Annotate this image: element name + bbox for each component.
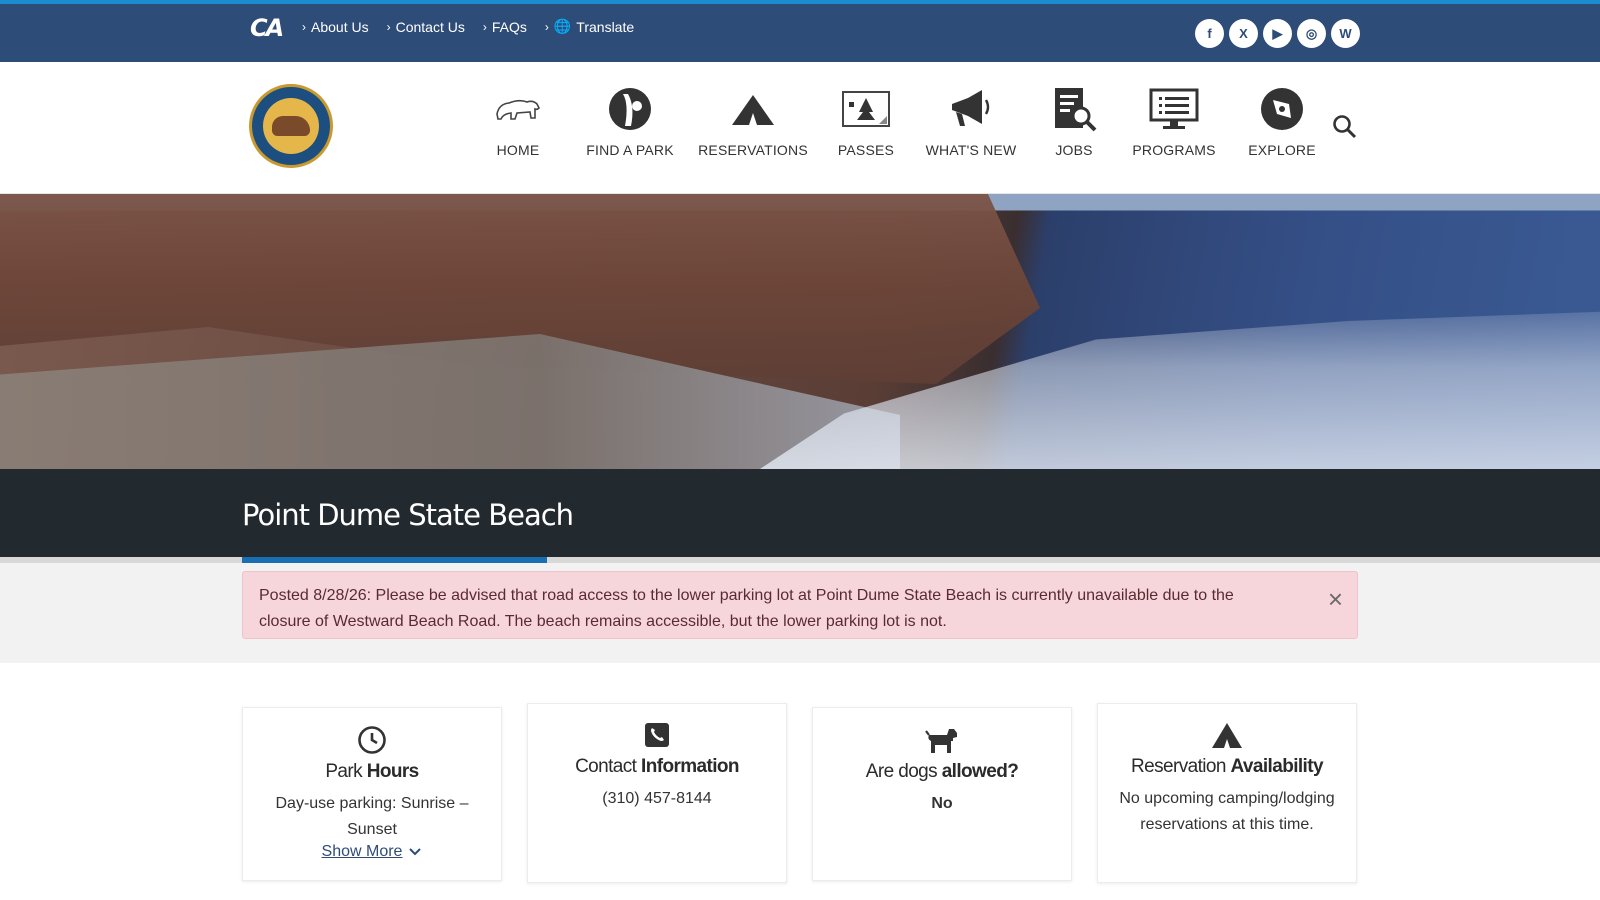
seal-center [263,98,319,154]
park-hours-title: Park Hours [325,761,419,782]
about-us-link[interactable]: › About Us [302,18,369,35]
translate-label: Translate [576,18,635,35]
main-nav: HOME FIND A PARK RESERVATIONS PASSES WHA… [460,84,1332,158]
clock-icon [243,723,501,757]
park-hours-text: Day-use parking: Sunrise – Sunset [275,795,469,838]
faqs-label: FAQs [491,18,527,35]
instagram-icon[interactable]: ◎ [1297,19,1326,48]
tent-icon [1098,718,1356,752]
contact-us-link[interactable]: › Contact Us [387,18,465,35]
chevron-right-icon: › [302,19,306,34]
phone-icon [528,718,786,752]
monitor-list-icon [1149,84,1199,134]
alert-zone: Posted 8/28/26: Please be advised that r… [0,563,1600,663]
nav-home[interactable]: HOME [460,84,576,158]
nav-programs[interactable]: PROGRAMS [1116,84,1232,158]
utility-bar: CA › About Us › Contact Us › FAQs › 🌐 Transla… [0,0,1600,62]
contact-information-title: Contact Information [575,756,739,777]
tent-icon [730,84,776,134]
title-band: Point Dume State Beach [0,469,1600,557]
about-us-label: About Us [311,18,369,35]
utility-links: › About Us › Contact Us › FAQs › 🌐 Translate [302,18,634,35]
chevron-right-icon: › [544,19,549,34]
park-alert: Posted 8/28/26: Please be advised that r… [242,571,1358,639]
california-state-parks-logo[interactable] [249,84,333,168]
faqs-link[interactable]: › FAQs [483,18,527,35]
nav-whats-new[interactable]: WHAT'S NEW [910,84,1032,158]
ca-gov-logo[interactable]: CA [250,14,284,42]
contact-us-label: Contact Us [395,18,465,35]
search-button[interactable] [1332,114,1358,145]
nav-passes-label: PASSES [837,142,895,158]
reservation-availability-title: Reservation Availability [1131,756,1323,777]
show-more-link[interactable]: Show More [322,843,423,861]
dogs-allowed-title: Are dogs allowed? [865,761,1019,782]
social-links: f X ▶ ◎ W [1195,19,1360,48]
search-icon [1333,115,1357,139]
chevron-right-icon: › [482,19,487,34]
map-pin-icon [607,84,653,134]
compass-icon [1259,84,1305,134]
facebook-icon[interactable]: f [1195,19,1224,48]
nav-jobs-label: JOBS [1055,142,1093,158]
nav-find-a-park[interactable]: FIND A PARK [576,84,684,158]
info-cards: Park Hours Day-use parking: Sunrise – Su… [242,703,1358,883]
translate-link[interactable]: › 🌐 Translate [545,18,634,35]
nav-whats-new-label: WHAT'S NEW [925,142,1017,158]
nav-home-label: HOME [496,142,540,158]
dogs-allowed-card: Are dogs allowed? No [812,707,1072,881]
reservation-availability-card: Reservation Availability No upcoming cam… [1097,703,1357,883]
contact-information-card: Contact Information (310) 457-8144 [527,703,787,883]
chevron-right-icon: › [386,19,391,34]
dogs-allowed-answer: No [931,795,953,812]
main-header: HOME FIND A PARK RESERVATIONS PASSES WHA… [0,62,1600,194]
job-search-icon [1051,84,1097,134]
nav-jobs[interactable]: JOBS [1032,84,1116,158]
chevron-down-icon [409,848,422,856]
phone-number[interactable]: (310) 457-8144 [528,786,786,812]
park-hours-card: Park Hours Day-use parking: Sunrise – Su… [242,707,502,881]
pass-card-icon [841,84,891,134]
alert-text: Posted 8/28/26: Please be advised that r… [259,587,1234,630]
wordpress-icon[interactable]: W [1331,19,1360,48]
nav-passes[interactable]: PASSES [822,84,910,158]
globe-icon: 🌐 [553,18,572,34]
nav-explore-label: EXPLORE [1248,142,1316,158]
bear-icon [493,84,543,134]
dog-icon [813,723,1071,757]
x-twitter-icon[interactable]: X [1229,19,1258,48]
reservation-availability-text: No upcoming camping/lodging reservations… [1119,790,1335,833]
nav-reservations-label: RESERVATIONS [698,142,808,158]
megaphone-icon [948,84,994,134]
hero-image [0,194,1600,469]
page-title: Point Dume State Beach [242,498,574,532]
nav-programs-label: PROGRAMS [1132,142,1216,158]
nav-find-a-park-label: FIND A PARK [586,142,674,158]
bear-icon [272,116,310,136]
close-icon[interactable]: × [1328,586,1343,612]
nav-reservations[interactable]: RESERVATIONS [684,84,822,158]
youtube-icon[interactable]: ▶ [1263,19,1292,48]
nav-explore[interactable]: EXPLORE [1232,84,1332,158]
